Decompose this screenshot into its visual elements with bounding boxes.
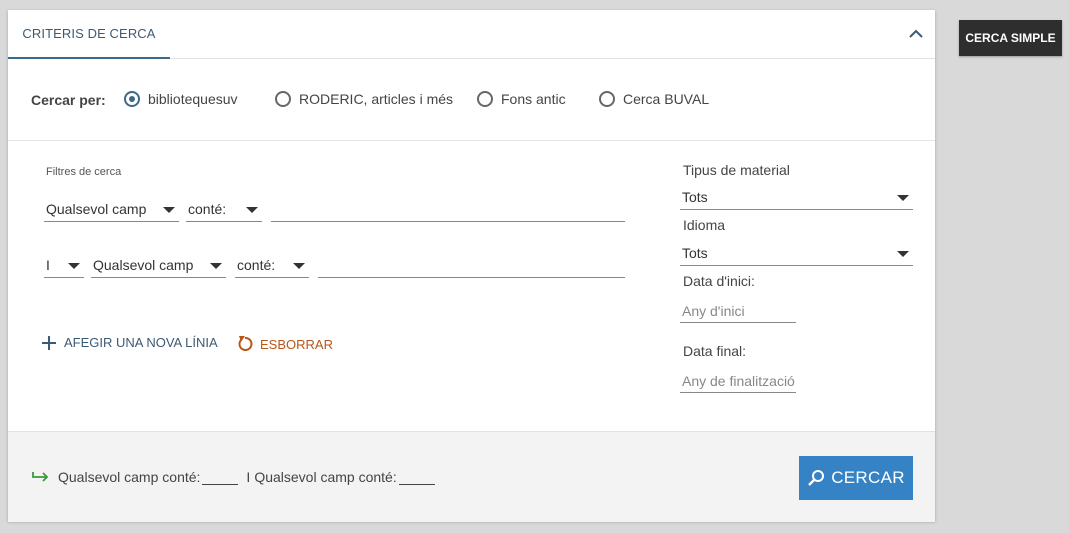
caret-down-icon	[897, 251, 909, 257]
select-value: Qualsevol camp	[46, 201, 147, 217]
search-button-label: CERCAR	[831, 468, 905, 487]
radio-unchecked-icon	[477, 91, 493, 107]
tab-bar: CRITERIS DE CERCA	[8, 10, 935, 59]
material-type-select[interactable]: Tots	[680, 185, 913, 210]
add-line-label: AFEGIR UNA NOVA LÍNIA	[64, 335, 218, 350]
summary-blank	[202, 470, 239, 485]
caret-down-icon	[163, 207, 175, 213]
search-scope: Cercar per: bibliotequesuv RODERIC, arti…	[8, 59, 935, 141]
language-select[interactable]: Tots	[680, 241, 913, 266]
radio-cerca-buval[interactable]: Cerca BUVAL	[599, 89, 709, 109]
summary-op1: conté:	[162, 469, 201, 485]
clear-label: ESBORRAR	[260, 336, 333, 352]
scope-label: Cercar per:	[31, 92, 106, 108]
radio-roderic[interactable]: RODERIC, articles i més	[275, 89, 453, 109]
material-type-label: Tipus de material	[683, 162, 790, 178]
select-value: conté:	[237, 257, 276, 273]
query-summary: Qualsevol camp conté: I Qualsevol camp c…	[32, 469, 439, 485]
caret-down-icon	[210, 263, 222, 269]
plus-icon	[42, 335, 56, 350]
select-value: Qualsevol camp	[93, 257, 194, 273]
operator-select-row2[interactable]: conté:	[235, 253, 309, 278]
summary-blank	[398, 470, 435, 485]
summary-op2: conté:	[358, 469, 397, 485]
summary-boolean: I	[246, 469, 251, 485]
caret-down-icon	[897, 195, 909, 201]
language-label: Idioma	[683, 217, 726, 233]
caret-down-icon	[246, 207, 258, 213]
radio-label: bibliotequesuv	[148, 91, 238, 107]
radio-label: RODERIC, articles i més	[299, 91, 454, 107]
search-term-input-row1[interactable]	[271, 197, 625, 222]
field-select-row2[interactable]: Qualsevol camp	[91, 253, 226, 278]
caret-down-icon	[68, 263, 80, 269]
select-value: Tots	[682, 189, 708, 205]
radio-label: Fons antic	[501, 91, 566, 107]
end-year-input[interactable]	[680, 368, 798, 392]
radio-unchecked-icon	[275, 91, 291, 107]
reset-icon	[238, 336, 253, 351]
boolean-select-row2[interactable]: I	[44, 253, 84, 278]
radio-fons-antic[interactable]: Fons antic	[477, 89, 566, 109]
chevron-up-icon[interactable]	[906, 24, 926, 44]
start-year-input[interactable]	[680, 298, 798, 322]
end-year-field[interactable]	[680, 368, 798, 393]
select-value: Tots	[682, 245, 708, 261]
filters-label: Filtres de cerca	[46, 166, 122, 178]
end-date-label: Data final:	[683, 343, 747, 359]
radio-unchecked-icon	[599, 91, 615, 107]
operator-select-row1[interactable]: conté:	[186, 197, 262, 222]
radio-bibliotequesuv[interactable]: bibliotequesuv	[124, 89, 238, 109]
field-select-row1[interactable]: Qualsevol camp	[44, 197, 179, 222]
search-term-input-row2[interactable]	[318, 253, 625, 278]
start-date-label: Data d'inici:	[683, 273, 755, 289]
summary-field1: Qualsevol camp	[58, 469, 159, 485]
radio-label: Cerca BUVAL	[623, 91, 710, 107]
tab-search-criteria[interactable]: CRITERIS DE CERCA	[8, 10, 170, 59]
radio-checked-icon	[124, 91, 140, 107]
caret-down-icon	[293, 263, 305, 269]
select-value: conté:	[188, 201, 227, 217]
arrow-right-icon	[32, 472, 49, 482]
query-footer: Qualsevol camp conté: I Qualsevol camp c…	[8, 431, 935, 522]
search-button[interactable]: CERCAR	[799, 456, 913, 500]
clear-button[interactable]: ESBORRAR	[236, 335, 333, 353]
select-value: I	[46, 257, 50, 273]
add-line-button[interactable]: AFEGIR UNA NOVA LÍNIA	[42, 335, 218, 350]
search-panel: CRITERIS DE CERCA Cercar per: bibliotequ…	[8, 10, 935, 522]
search-icon	[808, 470, 825, 486]
start-year-field[interactable]	[680, 298, 798, 323]
summary-field2: Qualsevol camp	[254, 469, 355, 485]
simple-search-button[interactable]: CERCA SIMPLE	[959, 20, 1062, 56]
